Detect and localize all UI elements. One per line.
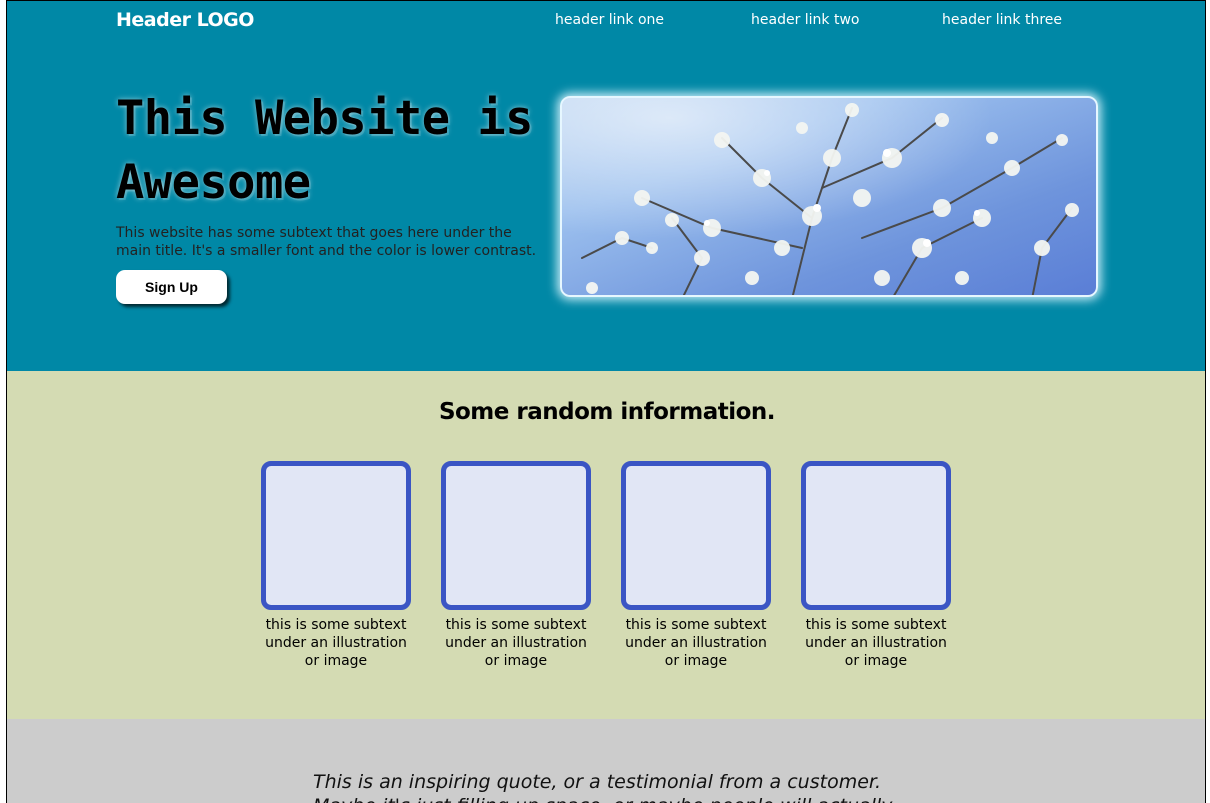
- illustration-placeholder: [621, 461, 771, 610]
- info-card: this is some subtext under an illustrati…: [441, 461, 591, 670]
- signup-button[interactable]: Sign Up: [116, 270, 227, 304]
- page-frame: Header LOGO header link one header link …: [6, 0, 1206, 803]
- info-heading: Some random information.: [438, 399, 776, 425]
- illustration-placeholder: [261, 461, 411, 610]
- blossom-branches-illustration: [562, 98, 1096, 295]
- hero-image: [560, 96, 1098, 297]
- hero-title: This Website is Awesome: [116, 91, 533, 210]
- hero-section: Header LOGO header link one header link …: [7, 1, 1205, 371]
- header-link-one[interactable]: header link one: [555, 12, 664, 28]
- hero-subtext: This website has some subtext that goes …: [116, 225, 537, 259]
- info-card: this is some subtext under an illustrati…: [261, 461, 411, 670]
- testimonial-quote: This is an inspiring quote, or a testimo…: [313, 771, 892, 803]
- header-link-two[interactable]: header link two: [751, 12, 860, 28]
- quote-section: This is an inspiring quote, or a testimo…: [7, 719, 1205, 803]
- info-section: Some random information. this is some su…: [7, 371, 1205, 719]
- info-card: this is some subtext under an illustrati…: [621, 461, 771, 670]
- info-card-caption: this is some subtext under an illustrati…: [265, 617, 407, 669]
- illustration-placeholder: [441, 461, 591, 610]
- info-card-caption: this is some subtext under an illustrati…: [805, 617, 947, 669]
- header-logo[interactable]: Header LOGO: [116, 9, 254, 31]
- illustration-placeholder: [801, 461, 951, 610]
- info-card-caption: this is some subtext under an illustrati…: [445, 617, 587, 669]
- info-card: this is some subtext under an illustrati…: [801, 461, 951, 670]
- info-card-caption: this is some subtext under an illustrati…: [625, 617, 767, 669]
- header-link-three[interactable]: header link three: [942, 12, 1062, 28]
